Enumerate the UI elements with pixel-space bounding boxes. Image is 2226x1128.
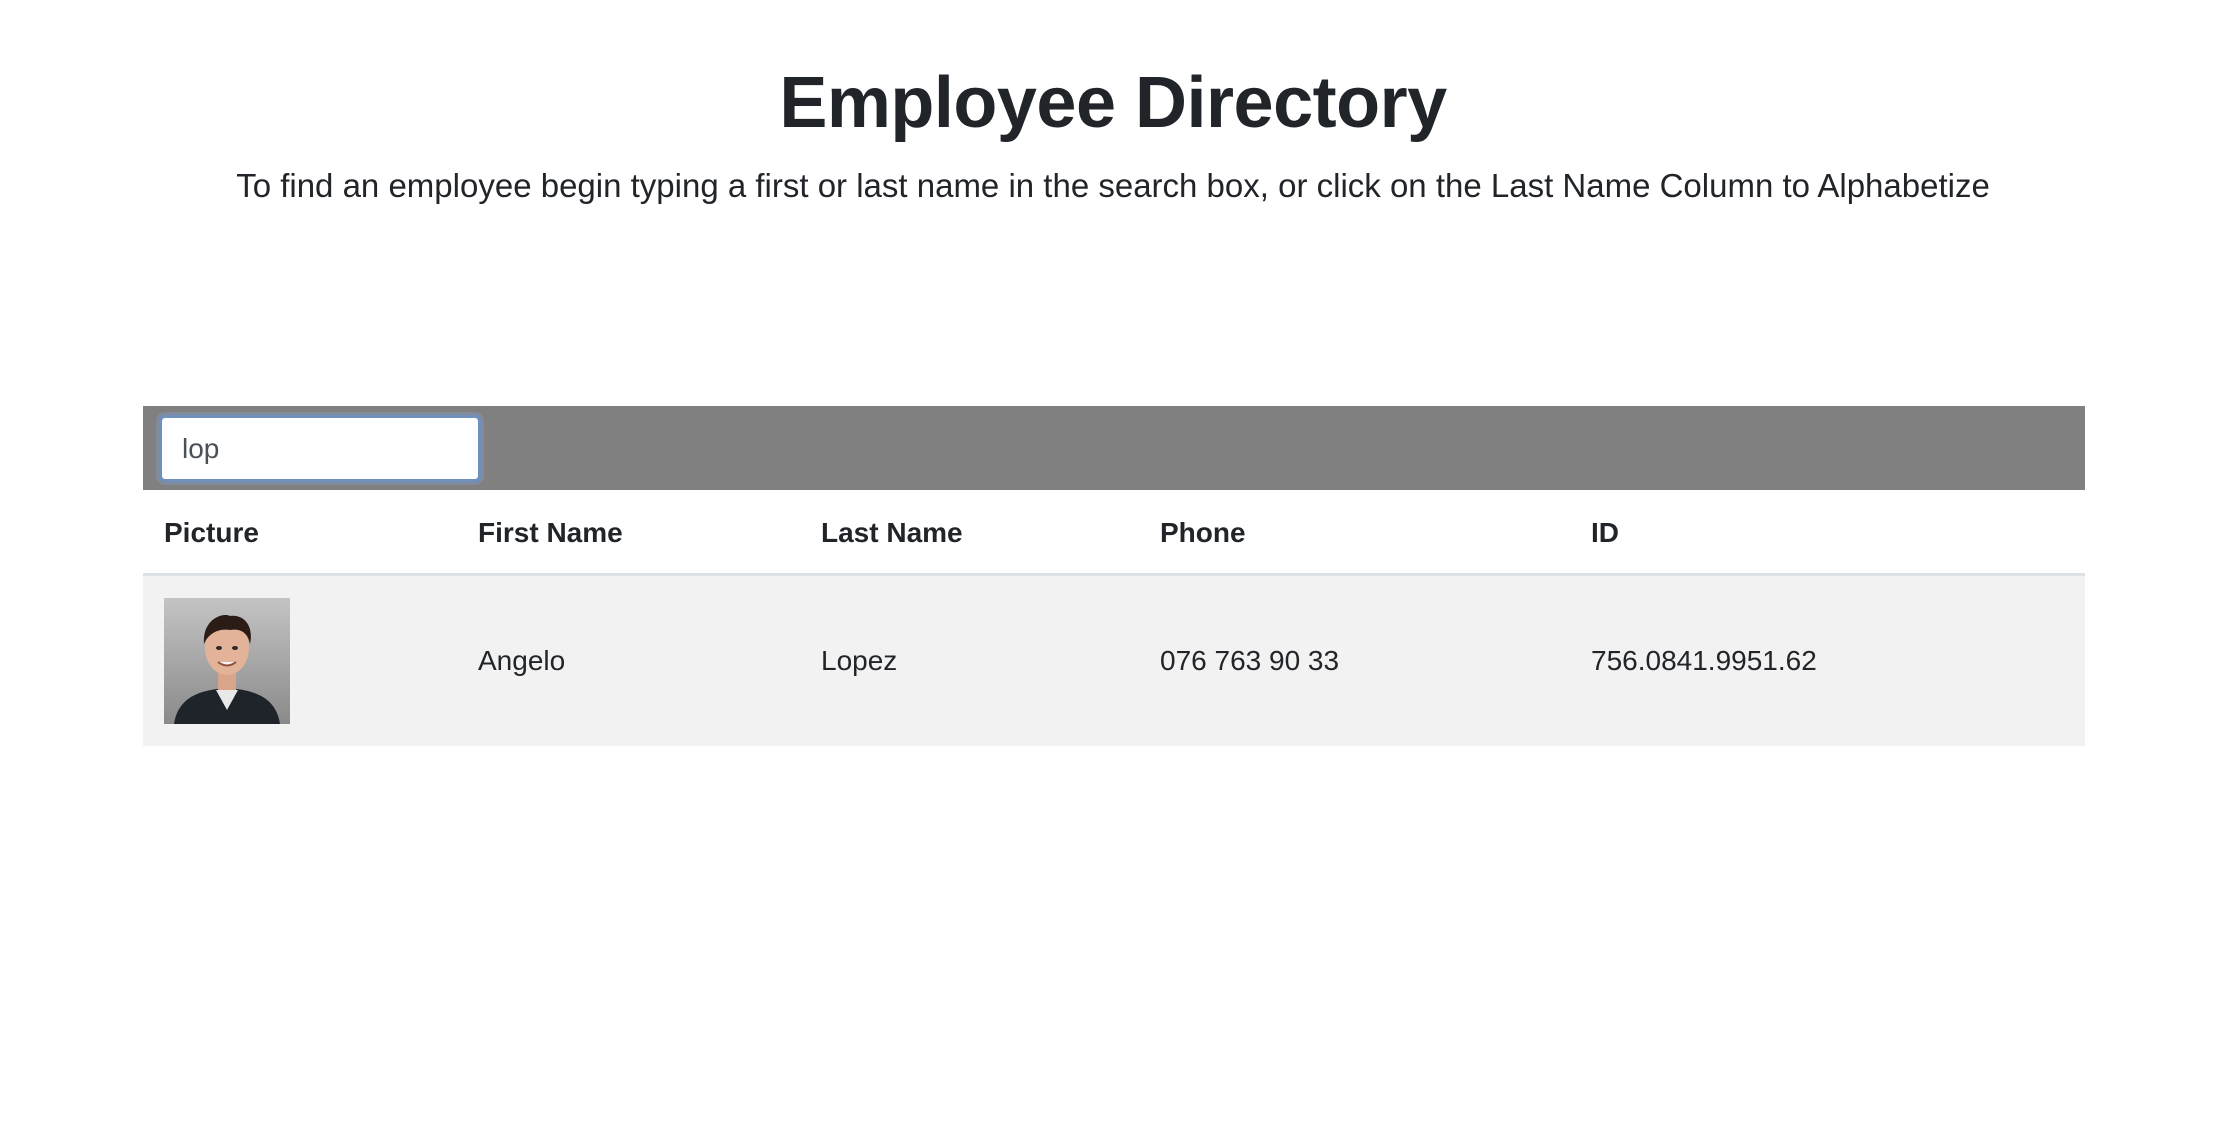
search-bar: [143, 406, 2085, 490]
column-header-last-name[interactable]: Last Name: [821, 490, 963, 576]
page-subtitle: To find an employee begin typing a first…: [236, 167, 1990, 204]
employee-directory-page: Employee Directory To find an employee b…: [0, 0, 2226, 1128]
cell-first-name: Angelo: [478, 645, 566, 676]
page-title: Employee Directory: [779, 63, 1447, 143]
column-header-first-name: First Name: [478, 517, 623, 548]
column-header-id: ID: [1591, 517, 1619, 548]
person-photo-icon: [164, 598, 290, 724]
cell-last-name: Lopez: [821, 645, 898, 676]
table-header: Picture First Name Last Name Phone ID: [143, 490, 2085, 576]
employee-photo: [164, 598, 290, 724]
cell-phone: 076 763 90 33: [1160, 645, 1340, 676]
table-row: Angelo Lopez 076 763 90 33 756.0841.9951…: [143, 576, 2085, 746]
column-header-phone: Phone: [1160, 517, 1246, 548]
cell-id: 756.0841.9951.62: [1591, 645, 1817, 676]
column-header-picture: Picture: [164, 517, 259, 548]
search-input[interactable]: [159, 415, 481, 482]
